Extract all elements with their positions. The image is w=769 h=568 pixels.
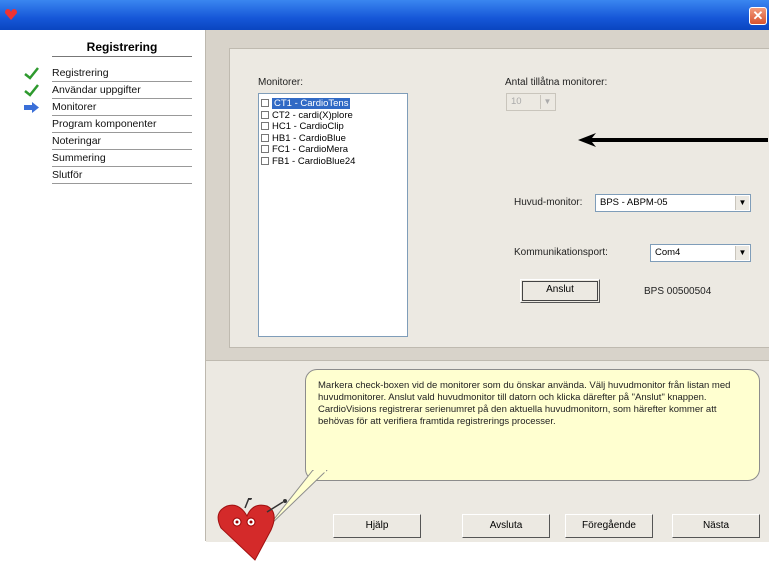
monitors-label: Monitorer: — [258, 77, 304, 88]
close-button[interactable]: ✕ — [749, 7, 767, 25]
list-item[interactable]: FC1 - CardioMera — [259, 144, 407, 156]
sidebar-item-label: Monitorer — [52, 101, 97, 113]
monitor-settings-panel: Monitorer: CT1 - CardioTens CT2 - cardi(… — [229, 48, 769, 348]
connect-button[interactable]: Anslut — [520, 279, 600, 303]
sidebar-item-summering[interactable]: Summering — [52, 151, 192, 167]
checkbox[interactable] — [261, 99, 269, 108]
allowed-monitors-label: Antal tillåtna monitorer: — [505, 77, 608, 88]
sidebar-item-registrering[interactable]: Registrering — [24, 66, 192, 82]
sidebar-item-label: Summering — [52, 152, 106, 164]
chevron-down-icon: ▼ — [540, 95, 554, 109]
help-button[interactable]: Hjälp — [333, 514, 421, 538]
exit-button[interactable]: Avsluta — [462, 514, 550, 538]
wizard-steps-sidebar: Registrering Registrering Användar uppgi… — [0, 30, 205, 541]
checkbox[interactable] — [261, 122, 269, 131]
main-monitor-select[interactable]: BPS - ABPM-05 ▼ — [595, 194, 751, 212]
sidebar-item-anvandar-uppgifter[interactable]: Användar uppgifter — [24, 83, 192, 99]
sidebar-item-monitorer[interactable]: Monitorer — [24, 100, 192, 116]
current-step-arrow-icon — [24, 102, 39, 113]
chevron-down-icon: ▼ — [735, 196, 749, 210]
comm-port-select[interactable]: Com4 ▼ — [650, 244, 751, 262]
serial-number: BPS 00500504 — [644, 286, 712, 297]
sidebar-item-label: Noteringar — [52, 135, 102, 147]
sidebar-item-label: Program komponenter — [52, 118, 157, 130]
sidebar-item-label: Användar uppgifter — [52, 84, 141, 96]
list-item[interactable]: HB1 - CardioBlue — [259, 133, 407, 145]
next-button[interactable]: Nästa — [672, 514, 760, 538]
sidebar-item-label: Slutför — [52, 169, 83, 181]
main-monitor-label: Huvud-monitor: — [514, 197, 583, 208]
sidebar-title: Registrering — [52, 40, 192, 57]
list-item[interactable]: HC1 - CardioClip — [259, 121, 407, 133]
sidebar-item-noteringar[interactable]: Noteringar — [52, 134, 192, 150]
comm-port-label: Kommunikationsport: — [514, 247, 608, 258]
checkbox[interactable] — [261, 156, 269, 165]
previous-button[interactable]: Föregående — [565, 514, 653, 538]
checkbox[interactable] — [261, 110, 269, 119]
sidebar-item-slutfor[interactable]: Slutför — [52, 168, 192, 184]
pointer-arrow-icon — [578, 133, 768, 147]
sidebar-item-label: Registrering — [52, 67, 109, 79]
allowed-monitors-select: 10 ▼ — [506, 93, 556, 111]
help-speech-bubble: Markera check-boxen vid de monitorer som… — [305, 369, 760, 481]
wizard-window: Registrering Registrering Användar uppgi… — [0, 30, 769, 561]
checkmark-icon — [24, 67, 39, 80]
sidebar-item-program-komponenter[interactable]: Program komponenter — [52, 117, 192, 133]
checkbox[interactable] — [261, 145, 269, 154]
chevron-down-icon: ▼ — [735, 246, 749, 260]
title-bar: ✕ — [0, 0, 769, 30]
monitor-list[interactable]: CT1 - CardioTens CT2 - cardi(X)plore HC1… — [258, 93, 408, 337]
checkmark-icon — [24, 84, 39, 97]
heart-mascot-icon — [217, 498, 287, 561]
list-item[interactable]: FB1 - CardioBlue24 — [259, 156, 407, 168]
list-item[interactable]: CT1 - CardioTens — [259, 98, 407, 110]
checkbox[interactable] — [261, 133, 269, 142]
list-item[interactable]: CT2 - cardi(X)plore — [259, 110, 407, 122]
app-logo-icon — [5, 9, 17, 20]
